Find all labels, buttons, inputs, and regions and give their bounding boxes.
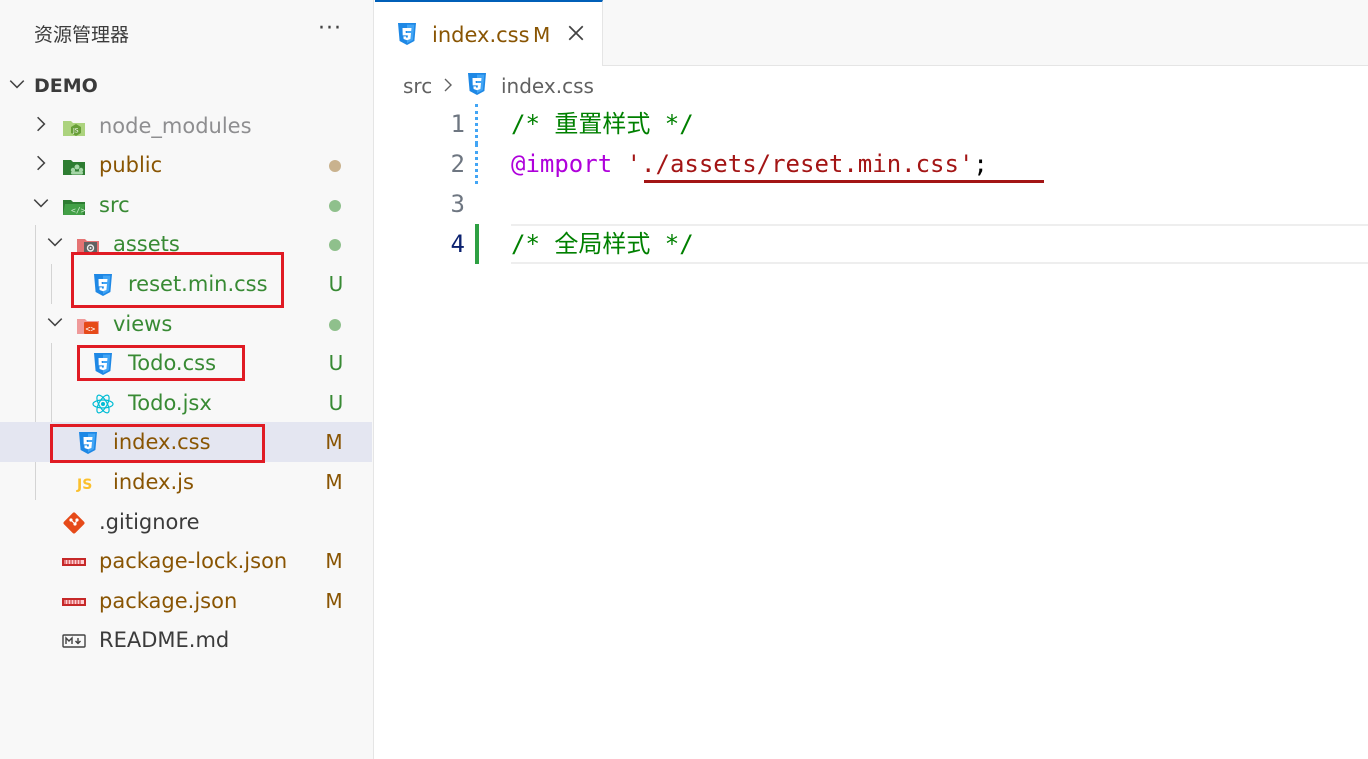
tree-item-gitignore[interactable]: .gitignore <box>0 502 372 542</box>
tree-item-label: index.js <box>113 470 194 494</box>
tree-item-package-json[interactable]: package.json M <box>0 581 372 621</box>
css-file-icon <box>465 72 489 96</box>
npm-file-icon <box>62 590 86 614</box>
close-icon[interactable] <box>567 24 585 42</box>
tree-item-label: package.json <box>99 589 238 613</box>
code-string: './assets/reset.min.css' <box>626 150 974 178</box>
line-number: 3 <box>450 190 465 218</box>
git-status-badge: U <box>328 351 344 375</box>
code-comment: /* 重置样式 */ <box>511 110 694 138</box>
tab-label: index.css <box>432 23 530 47</box>
tree-item-label: node_modules <box>99 114 252 138</box>
line-number: 2 <box>450 150 465 178</box>
tree-item-public[interactable]: public <box>0 145 372 185</box>
tree-item-todo-jsx[interactable]: Todo.jsx U <box>0 383 372 423</box>
chevron-down-icon <box>46 233 64 251</box>
code-line: 2 @import './assets/reset.min.css'; <box>375 144 1368 184</box>
root-folder-label: DEMO <box>34 75 98 97</box>
svg-text:JS: JS <box>72 128 79 135</box>
svg-text:</>: </> <box>71 206 86 215</box>
chevron-right-icon <box>440 77 456 93</box>
status-dot <box>329 200 341 212</box>
highlight-box <box>50 424 265 463</box>
tree-item-label: package-lock.json <box>99 549 288 573</box>
code-comment: /* 全局样式 */ <box>511 230 694 258</box>
error-squiggle <box>644 180 1044 183</box>
git-status-badge: M <box>325 470 343 494</box>
chevron-down-icon <box>32 194 50 212</box>
javascript-file-icon: JS <box>76 471 100 495</box>
gutter-modified-marker <box>475 224 479 264</box>
editor-tabs: index.css M <box>375 0 1368 66</box>
explorer-sidebar: 资源管理器 ··· DEMO JS node_modules public </… <box>0 0 374 759</box>
code-line: 1 /* 重置样式 */ <box>375 104 1368 144</box>
status-dot <box>329 239 341 251</box>
tab-index-css[interactable]: index.css M <box>375 0 603 66</box>
git-status-badge: U <box>328 272 344 296</box>
explorer-header: 资源管理器 ··· <box>0 0 374 66</box>
tree-item-views[interactable]: <> views <box>0 304 372 344</box>
tree-item-package-lock-json[interactable]: package-lock.json M <box>0 541 372 581</box>
tree-item-readme-md[interactable]: README.md <box>0 620 372 660</box>
markdown-file-icon <box>62 629 86 653</box>
code-keyword: @import <box>511 150 613 178</box>
tree-item-src[interactable]: </> src <box>0 185 372 225</box>
tree-item-label: README.md <box>99 628 230 652</box>
svg-text:<>: <> <box>86 325 96 334</box>
git-status-badge: M <box>325 549 343 573</box>
git-file-icon <box>62 511 86 535</box>
public-folder-icon <box>62 154 86 178</box>
breadcrumb-folder[interactable]: src <box>403 74 432 98</box>
line-number: 1 <box>450 110 465 138</box>
src-folder-icon: </> <box>62 194 86 218</box>
git-status-badge: M <box>325 430 343 454</box>
chevron-down-icon <box>8 75 26 93</box>
tree-item-label: public <box>99 153 163 177</box>
code-editor[interactable]: 1 /* 重置样式 */ 2 @import './assets/reset.m… <box>375 104 1368 759</box>
highlight-box <box>77 345 245 381</box>
tree-item-node-modules[interactable]: JS node_modules <box>0 106 372 146</box>
tree-root-demo[interactable]: DEMO <box>0 66 372 106</box>
gutter-added-marker <box>475 144 479 184</box>
code-line-current: 4 /* 全局样式 */ <box>375 224 1368 264</box>
more-actions-icon[interactable]: ··· <box>318 16 342 41</box>
status-dot <box>329 319 341 331</box>
chevron-right-icon <box>32 115 50 133</box>
tree-item-label: Todo.jsx <box>128 391 212 415</box>
git-status-badge: M <box>325 589 343 613</box>
tab-modified-indicator: M <box>533 23 551 47</box>
npm-file-icon <box>62 550 86 574</box>
views-folder-icon: <> <box>76 313 100 337</box>
nodejs-folder-icon: JS <box>62 115 86 139</box>
svg-text:JS: JS <box>76 477 92 493</box>
css-file-icon <box>395 22 419 46</box>
line-number: 4 <box>450 230 465 258</box>
status-dot <box>329 160 341 172</box>
highlight-box <box>71 252 284 308</box>
tree-item-index-js[interactable]: JS index.js M <box>0 462 372 502</box>
breadcrumb-file[interactable]: index.css <box>501 74 594 98</box>
tree-item-label: views <box>113 312 173 336</box>
tree-item-label: .gitignore <box>99 510 200 534</box>
code-punctuation: ; <box>973 150 988 178</box>
gutter-added-marker <box>475 104 479 144</box>
chevron-right-icon <box>32 154 50 172</box>
chevron-down-icon <box>46 313 64 331</box>
tree-item-label: src <box>99 193 130 217</box>
explorer-title: 资源管理器 <box>34 24 130 46</box>
git-status-badge: U <box>328 391 344 415</box>
react-file-icon <box>91 392 115 416</box>
code-line: 3 <box>375 184 1368 224</box>
code-statement: @import './assets/reset.min.css'; <box>511 144 988 184</box>
